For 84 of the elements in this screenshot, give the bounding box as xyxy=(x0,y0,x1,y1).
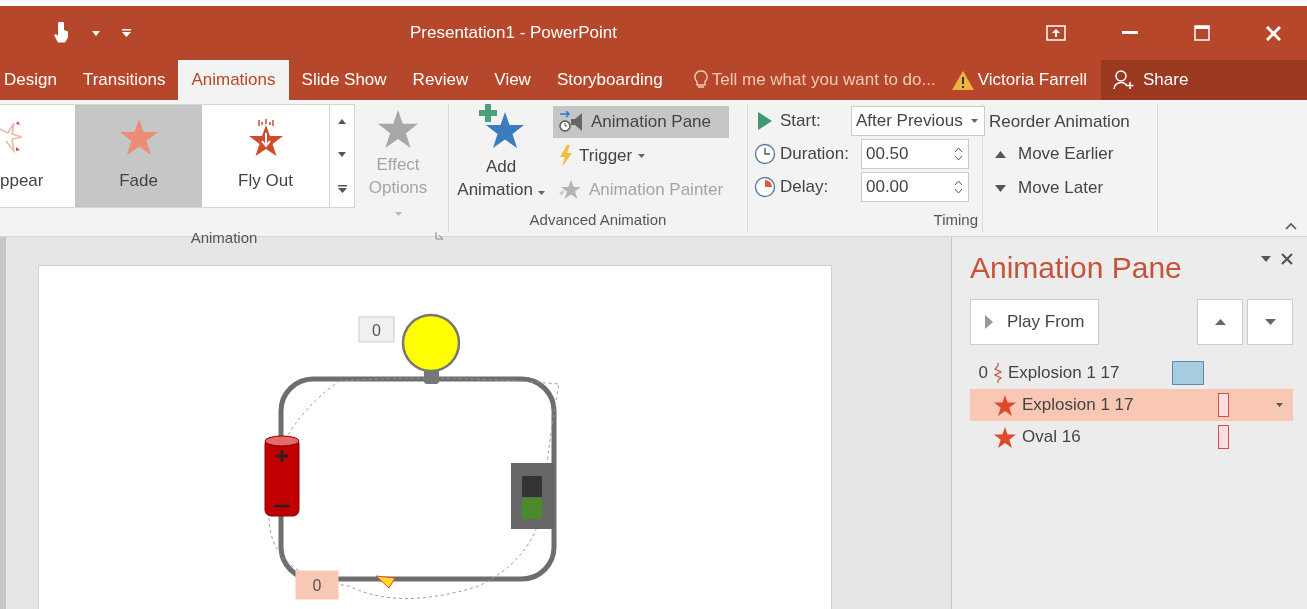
group-label: Advanced Animation xyxy=(529,210,667,228)
clock-icon xyxy=(754,143,776,165)
play-icon xyxy=(758,112,772,130)
dropdown-icon[interactable] xyxy=(1261,256,1271,262)
spinner-icon[interactable] xyxy=(955,180,962,194)
timing-bar xyxy=(1218,393,1229,417)
start-dropdown[interactable]: After Previous xyxy=(851,106,985,136)
star-icon xyxy=(378,110,418,148)
ribbon-tab[interactable]: Animations xyxy=(178,60,289,100)
ribbon-tab[interactable]: Slide Show xyxy=(288,60,400,100)
animation-gallery-item[interactable]: Fade xyxy=(75,105,202,207)
lightbulb-icon xyxy=(693,70,708,90)
user-name[interactable]: Victoria Farrell xyxy=(977,60,1102,100)
close-icon[interactable] xyxy=(1281,253,1293,265)
item-name: Oval 16 xyxy=(1022,427,1082,447)
maximize-icon[interactable] xyxy=(1194,25,1210,41)
play-from-button[interactable]: Play From xyxy=(970,299,1100,345)
spinner-icon[interactable] xyxy=(955,147,962,161)
touch-icon[interactable] xyxy=(52,22,70,44)
start-label: Start: xyxy=(780,111,822,131)
lightning-icon xyxy=(559,145,573,167)
add-animation-button[interactable]: Add Animation xyxy=(449,104,553,206)
person-add-icon xyxy=(1113,70,1136,90)
star-icon xyxy=(119,119,158,155)
duration-label: Duration: xyxy=(780,144,849,164)
animation-gallery-item[interactable]: ppear xyxy=(0,105,75,207)
minimize-icon[interactable] xyxy=(1122,31,1138,35)
timing-bar xyxy=(1172,361,1204,385)
item-index: 0 xyxy=(978,363,988,382)
star-icon xyxy=(994,426,1016,448)
play-icon xyxy=(985,315,993,329)
star-plus-icon xyxy=(478,104,524,150)
reorder-title: Reorder Animation xyxy=(989,111,1131,133)
animation-pane-button[interactable]: Animation Pane xyxy=(553,106,730,138)
duration-field[interactable]: 00.50 xyxy=(861,139,969,169)
scroll-down-icon[interactable] xyxy=(338,152,346,157)
move-later-button[interactable]: Move Later xyxy=(989,172,1157,204)
dropdown-icon[interactable] xyxy=(92,30,100,36)
item-name: Explosion 1 17 xyxy=(1022,395,1135,415)
speaker-clock-icon xyxy=(559,111,585,133)
group-label: Timing xyxy=(933,210,978,228)
ribbon-tab[interactable]: Transitions xyxy=(69,60,179,100)
trigger-button[interactable]: Trigger xyxy=(553,140,730,172)
animation-gallery-item[interactable]: Fly Out xyxy=(202,105,329,207)
ribbon-tab[interactable]: Storyboarding xyxy=(543,60,676,100)
collapse-ribbon-icon[interactable] xyxy=(1285,222,1297,230)
squiggle-icon xyxy=(994,363,1002,383)
animation-list-item[interactable]: Explosion 1 17 xyxy=(970,389,1293,421)
burst-star-icon xyxy=(0,119,22,155)
pane-title: Animation Pane xyxy=(970,251,1182,285)
ribbon-tab[interactable]: View xyxy=(481,60,544,100)
animation-marker[interactable]: 0 xyxy=(358,316,395,343)
scroll-up-icon[interactable] xyxy=(338,119,346,124)
caret-icon xyxy=(638,154,646,158)
ribbon-tab[interactable]: Review xyxy=(399,60,482,100)
star-brush-icon xyxy=(559,180,583,200)
dropdown-icon[interactable] xyxy=(1276,403,1283,407)
ribbon-display-icon[interactable] xyxy=(1046,25,1066,41)
animation-list-item[interactable]: Oval 16 xyxy=(970,421,1293,453)
caret-icon xyxy=(394,211,402,216)
animation-list-item[interactable]: 0 Explosion 1 17 xyxy=(970,357,1293,389)
tell-me-field[interactable]: Tell me what you want to do... xyxy=(711,70,950,90)
animation-marker[interactable]: 0 xyxy=(295,570,339,600)
star-icon xyxy=(994,394,1016,416)
triangle-up-icon xyxy=(1214,319,1226,325)
caret-icon xyxy=(537,190,545,195)
triangle-down-icon xyxy=(995,184,1006,192)
move-earlier-button[interactable]: Move Earlier xyxy=(989,138,1157,170)
ribbon-tab[interactable]: Design xyxy=(0,60,70,100)
pie-clock-icon xyxy=(754,176,776,198)
more-icon[interactable] xyxy=(337,185,347,193)
timing-bar xyxy=(1218,425,1229,449)
triangle-down-icon xyxy=(1264,319,1276,325)
dialog-launcher-icon[interactable] xyxy=(435,230,444,240)
delay-field[interactable]: 00.00 xyxy=(861,172,969,202)
share-button[interactable]: Share xyxy=(1101,60,1307,100)
group-label: Animation xyxy=(190,228,258,246)
warning-icon xyxy=(951,70,974,90)
customize-icon[interactable] xyxy=(122,29,131,37)
triangle-up-icon xyxy=(995,150,1006,158)
delay-label: Delay: xyxy=(780,177,830,197)
window-title: Presentation1 - PowerPoint xyxy=(409,23,618,43)
dropdown-icon xyxy=(970,119,978,123)
item-name: Explosion 1 17 xyxy=(1008,363,1121,383)
